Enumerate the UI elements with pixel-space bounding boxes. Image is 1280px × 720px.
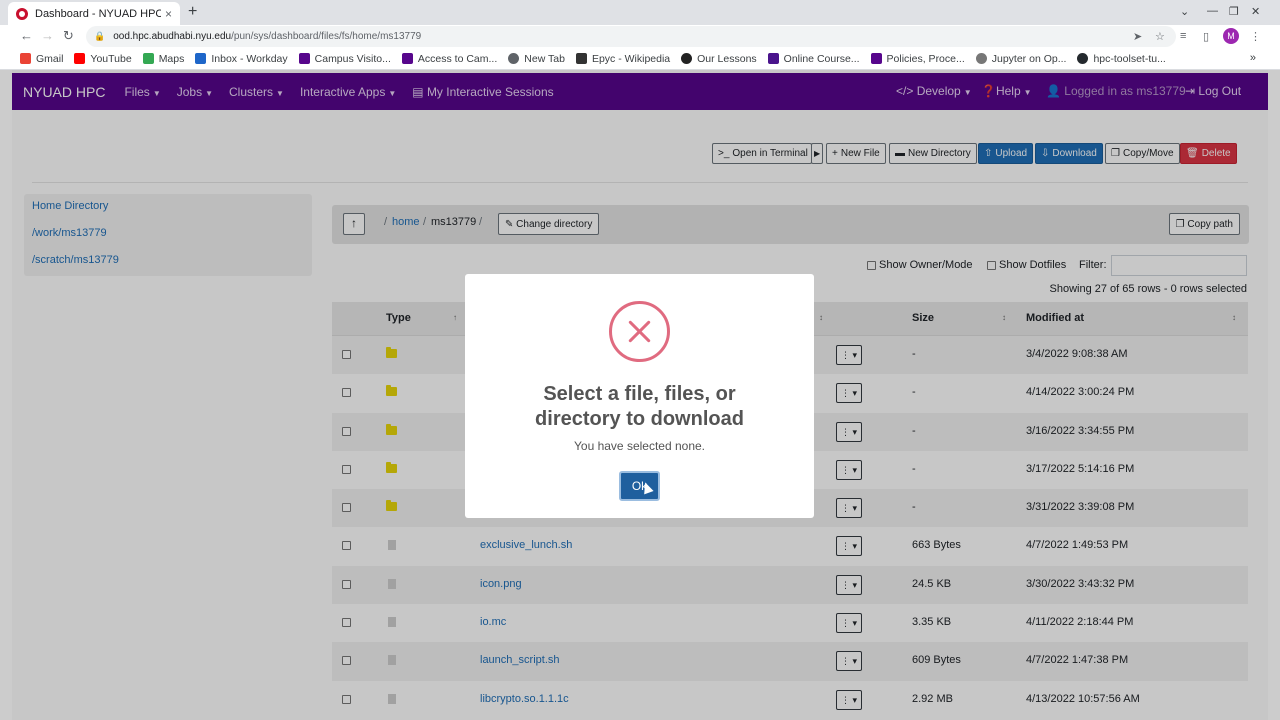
ok-button[interactable]: Ok xyxy=(619,471,660,501)
nyu-icon xyxy=(298,53,310,64)
reload-icon[interactable]: ↻ xyxy=(63,28,74,44)
back-icon[interactable]: ← xyxy=(20,28,33,43)
bookmark-workday[interactable]: Inbox - Workday xyxy=(195,53,288,65)
error-dialog: Select a file, files, or directory to do… xyxy=(465,274,814,518)
power-icon xyxy=(681,53,693,64)
error-x-icon xyxy=(609,301,670,362)
bookmark-youtube[interactable]: YouTube xyxy=(74,53,132,65)
bookmark-policies[interactable]: Policies, Proce... xyxy=(870,53,965,65)
reading-list-icon[interactable]: ≡ xyxy=(1180,30,1186,42)
side-panel-icon[interactable]: ▯ xyxy=(1203,30,1209,43)
bookmark-wikipedia[interactable]: Epyc - Wikipedia xyxy=(575,53,670,65)
browser-tab-bar: Dashboard - NYUAD HPC × + ⌄ — ❐ ✕ xyxy=(0,0,1280,25)
bookmark-new-tab[interactable]: New Tab xyxy=(508,53,565,65)
menu-dots-icon[interactable]: ⋮ xyxy=(1250,30,1261,43)
forward-icon[interactable]: → xyxy=(41,28,54,43)
address-toolbar: ← → ↻ 🔒 ood.hpc.abudhabi.nyu.edu/pun/sys… xyxy=(0,25,1280,48)
new-tab-icon[interactable]: + xyxy=(188,3,197,21)
gmail-icon xyxy=(20,53,31,64)
bookmark-maps[interactable]: Maps xyxy=(142,53,184,65)
nyu-icon xyxy=(870,53,882,64)
bookmark-hpc-toolset[interactable]: hpc-toolset-tu... xyxy=(1077,53,1166,65)
bookmark-gmail[interactable]: Gmail xyxy=(20,53,63,65)
star-icon[interactable]: ☆ xyxy=(1155,30,1165,43)
lock-icon: 🔒 xyxy=(94,31,106,41)
dialog-title: Select a file, files, or directory to do… xyxy=(535,383,744,430)
close-window-icon[interactable]: ✕ xyxy=(1251,5,1260,18)
restore-icon[interactable]: ❐ xyxy=(1229,5,1239,18)
nyu-favicon-icon xyxy=(16,7,28,20)
tab-title: Dashboard - NYUAD HPC xyxy=(35,7,161,20)
profile-avatar[interactable]: M xyxy=(1223,28,1239,44)
globe-icon xyxy=(508,53,520,64)
maps-icon xyxy=(142,53,154,64)
tab-close-icon[interactable]: × xyxy=(165,7,172,21)
browser-tab[interactable]: Dashboard - NYUAD HPC × xyxy=(8,2,180,25)
jupyter-icon xyxy=(975,53,987,64)
wikipedia-icon xyxy=(575,53,587,64)
bookmark-jupyter[interactable]: Jupyter on Op... xyxy=(975,53,1066,65)
tab-search-icon[interactable]: ⌄ xyxy=(1180,5,1189,18)
bookmark-our-lessons[interactable]: Our Lessons xyxy=(681,53,757,65)
dialog-message: You have selected none. xyxy=(574,439,705,453)
course-icon xyxy=(767,53,779,64)
github-icon xyxy=(1077,53,1089,64)
url-path: /pun/sys/dashboard/files/fs/home/ms13779 xyxy=(231,31,422,42)
minimize-icon[interactable]: — xyxy=(1207,5,1218,17)
workday-icon xyxy=(195,53,207,64)
url-bar[interactable]: 🔒 ood.hpc.abudhabi.nyu.edu/pun/sys/dashb… xyxy=(86,26,1176,47)
bookmarks-more-icon[interactable]: » xyxy=(1250,52,1256,64)
bookmarks-bar: Gmail YouTube Maps Inbox - Workday Campu… xyxy=(0,48,1280,70)
bookmark-campus-visitor[interactable]: Campus Visito... xyxy=(298,53,391,65)
nyu-icon xyxy=(401,53,413,64)
bookmark-online-course[interactable]: Online Course... xyxy=(767,53,860,65)
url-host: ood.hpc.abudhabi.nyu.edu xyxy=(113,31,232,42)
youtube-icon xyxy=(74,53,86,64)
bookmark-access-campus[interactable]: Access to Cam... xyxy=(401,53,497,65)
send-icon[interactable]: ➤ xyxy=(1133,30,1142,43)
